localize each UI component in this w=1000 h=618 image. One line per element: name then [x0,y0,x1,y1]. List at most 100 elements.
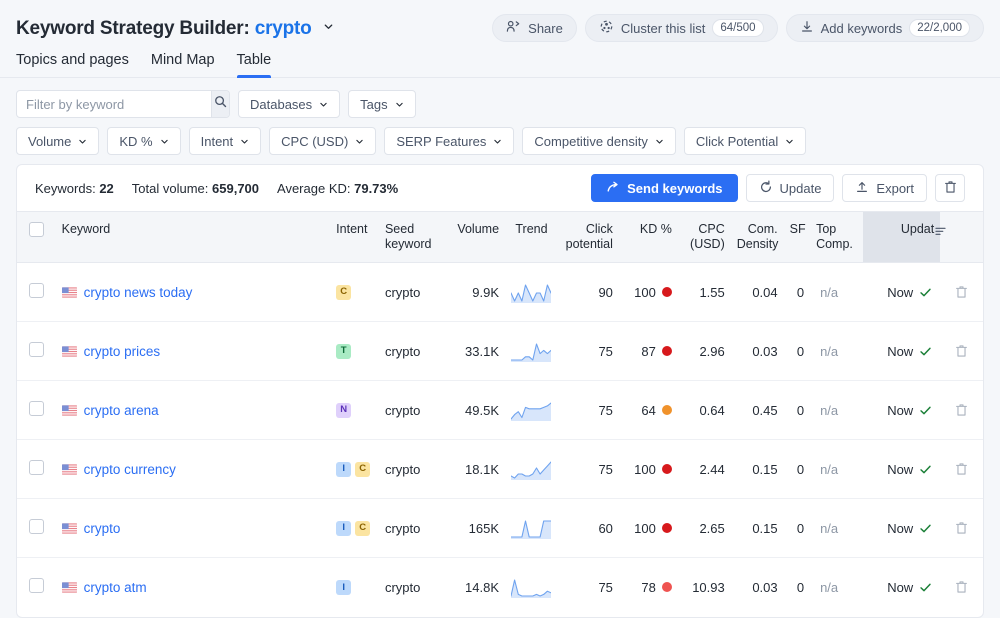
col-intent[interactable]: Intent [330,212,379,263]
volume-cell[interactable]: 14.8K [442,558,505,617]
intent-badge-i[interactable]: I [336,521,351,536]
volume-cell[interactable]: 165K [442,499,505,558]
col-seed-keyword[interactable]: Seed keyword [379,212,442,263]
trash-icon [944,180,957,197]
col-click-potential[interactable]: Click potential [558,212,619,263]
volume-cell[interactable]: 18.1K [442,440,505,499]
tags-dropdown[interactable]: Tags [348,90,415,118]
col-label: Top Comp. [816,222,853,251]
intent-badge-c[interactable]: C [336,285,351,300]
tab-mind-map[interactable]: Mind Map [151,52,215,77]
competitive-density-filter[interactable]: Competitive density [522,127,675,155]
volume-filter[interactable]: Volume [16,127,99,155]
table-row[interactable]: crypto currencyICcrypto18.1K751002.440.1… [17,440,983,499]
col-updated[interactable]: Updat [863,212,940,263]
table-row[interactable]: crypto pricesTcrypto33.1K75872.960.030n/… [17,322,983,381]
intent-badge-t[interactable]: T [336,344,351,359]
top-comp-cell: n/a [810,499,863,558]
col-cpc[interactable]: CPC (USD) [678,212,731,263]
export-label: Export [876,181,914,196]
delete-selected-button[interactable] [935,174,965,202]
sf-cell: 0 [784,440,810,499]
row-delete-button[interactable] [946,344,977,358]
keyword-link[interactable]: crypto currency [84,462,176,477]
chevron-down-icon[interactable] [323,16,334,38]
trend-sparkline [511,576,551,598]
col-volume[interactable]: Volume [442,212,505,263]
seed-keyword-cell: crypto [379,499,442,558]
table-row[interactable]: cryptoICcrypto165K601002.650.150n/aNow [17,499,983,558]
kd-cell: 64 [619,381,678,440]
keyword-link[interactable]: crypto news today [84,285,193,300]
row-delete-button[interactable] [946,285,977,299]
chevron-down-icon [160,137,169,146]
kd-filter[interactable]: KD % [107,127,180,155]
col-trend[interactable]: Trend [505,212,558,263]
com-density-cell: 0.03 [731,558,784,617]
update-button[interactable]: Update [746,174,835,202]
col-keyword[interactable]: Keyword [56,212,331,263]
row-delete-button[interactable] [946,403,977,417]
table-row[interactable]: crypto atmIcrypto14.8K757810.930.030n/aN… [17,558,983,617]
check-icon [919,345,932,358]
intent-badge-i[interactable]: I [336,580,351,595]
volume-cell[interactable]: 9.9K [442,263,505,322]
databases-label: Databases [250,97,312,112]
databases-dropdown[interactable]: Databases [238,90,340,118]
keyword-link[interactable]: crypto arena [84,403,159,418]
search-button[interactable] [211,91,229,117]
col-sf[interactable]: SF [784,212,810,263]
share-button[interactable]: Share [492,14,577,42]
row-checkbox[interactable] [29,460,44,475]
total-volume: Total volume: 659,700 [132,181,259,196]
volume-cell[interactable]: 49.5K [442,381,505,440]
intent-badge-i[interactable]: I [336,462,351,477]
upload-icon [855,180,869,197]
intent-badge-n[interactable]: N [336,403,351,418]
cpc-label: CPC (USD) [281,134,348,149]
row-checkbox[interactable] [29,342,44,357]
updated-cell: Now [863,440,940,499]
table-row[interactable]: crypto news todayCcrypto9.9K901001.550.0… [17,263,983,322]
intent-badge-c[interactable]: C [355,521,370,536]
search-input[interactable] [17,91,211,117]
keyword-link[interactable]: crypto atm [84,580,147,595]
row-delete-button[interactable] [946,521,977,535]
serp-features-filter[interactable]: SERP Features [384,127,514,155]
keyword-link[interactable]: crypto prices [84,344,161,359]
keyword-cell: crypto news today [56,263,331,322]
export-button[interactable]: Export [842,174,927,202]
keyword-filter[interactable] [16,90,230,118]
page-title-term[interactable]: crypto [255,18,312,39]
row-checkbox[interactable] [29,401,44,416]
send-keywords-button[interactable]: Send keywords [591,174,737,202]
cpc-filter[interactable]: CPC (USD) [269,127,376,155]
col-com-density[interactable]: Com. Density [731,212,784,263]
col-top-comp[interactable]: Top Comp. [810,212,863,263]
row-checkbox[interactable] [29,578,44,593]
row-delete-button[interactable] [946,462,977,476]
col-label: CPC (USD) [690,222,725,251]
add-keywords-label: Add keywords [821,21,903,36]
tab-topics-and-pages[interactable]: Topics and pages [16,52,129,77]
row-checkbox[interactable] [29,283,44,298]
click-potential-filter[interactable]: Click Potential [684,127,806,155]
select-all-header [17,212,56,263]
cluster-this-list-button[interactable]: Cluster this list 64/500 [585,14,778,42]
row-delete-cell [940,558,983,617]
select-all-checkbox[interactable] [29,222,44,237]
add-keywords-button[interactable]: Add keywords 22/2,000 [786,14,984,42]
tab-table[interactable]: Table [237,52,272,77]
row-checkbox[interactable] [29,519,44,534]
cpc-cell: 2.65 [678,499,731,558]
keyword-cell: crypto atm [56,558,331,617]
col-kd[interactable]: KD % [619,212,678,263]
row-delete-button[interactable] [946,580,977,594]
sf-cell: 0 [784,499,810,558]
keyword-link[interactable]: crypto [84,521,121,536]
summary-bar: Keywords: 22 Total volume: 659,700 Avera… [17,165,983,211]
intent-filter[interactable]: Intent [189,127,262,155]
volume-cell[interactable]: 33.1K [442,322,505,381]
intent-badge-c[interactable]: C [355,462,370,477]
table-row[interactable]: crypto arenaNcrypto49.5K75640.640.450n/a… [17,381,983,440]
